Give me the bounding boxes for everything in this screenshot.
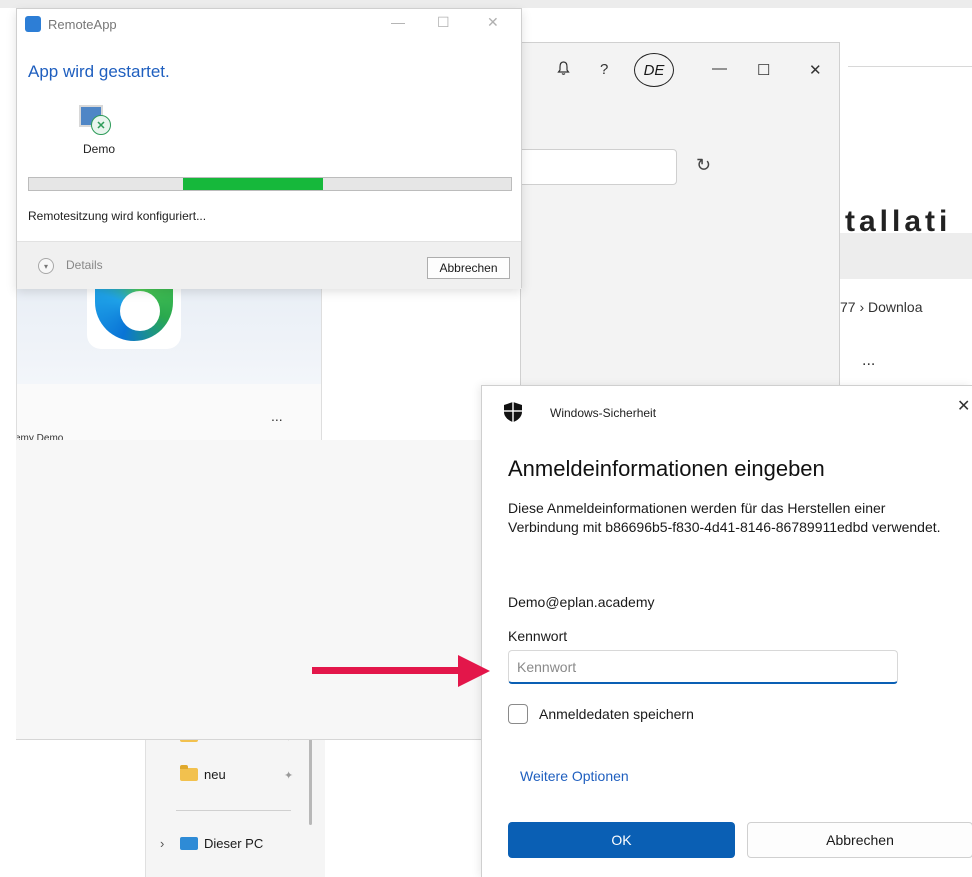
dialog-description: Diese Anmeldeinformationen werden für da… (508, 500, 941, 535)
search-input[interactable] (511, 149, 677, 185)
progress-bar (28, 177, 512, 191)
more-options-icon[interactable]: ... (862, 352, 875, 370)
refresh-icon[interactable]: ↻ (696, 155, 711, 176)
remoteapp-title: RemoteApp (48, 17, 117, 32)
remoteapp-titlebar: RemoteApp — ☐ ✕ (17, 9, 521, 39)
cancel-button[interactable]: Abbrechen (747, 822, 972, 858)
bell-icon[interactable] (557, 61, 570, 80)
minimize-icon[interactable]: — (391, 14, 405, 30)
remember-checkbox[interactable] (508, 704, 528, 724)
progress-bar-fill (183, 178, 323, 190)
annotation-arrow-icon (312, 655, 490, 687)
explorer-separator (176, 810, 291, 811)
explorer-item-label: Dieser PC (204, 836, 264, 851)
rpane-toolbar (840, 233, 972, 279)
maximize-icon[interactable]: ☐ (757, 61, 770, 79)
more-options-icon[interactable]: ... (271, 408, 283, 424)
explorer-scrollbar[interactable] (309, 735, 312, 825)
remote-desktop-icon: ✕ (79, 105, 111, 137)
app-window: ? DE — ☐ ✕ ↻ (511, 42, 840, 442)
dialog-app-title: Windows-Sicherheit (550, 406, 657, 420)
username-label: Demo@eplan.academy (508, 594, 655, 610)
cancel-button[interactable]: Abbrechen (427, 257, 510, 279)
remoteapp-status: Remotesitzung wird konfiguriert... (28, 209, 207, 223)
minimize-icon[interactable]: — (712, 60, 727, 77)
monitor-icon (180, 837, 198, 850)
rpane-divider (848, 66, 972, 67)
password-field[interactable] (508, 650, 898, 684)
shield-icon (504, 402, 522, 422)
remoteapp-footer: ▾ Details Abbrechen (17, 241, 521, 289)
more-options-link[interactable]: Weitere Optionen (520, 768, 629, 784)
chevron-right-icon[interactable]: › (160, 836, 164, 851)
explorer-item-dieser-pc[interactable]: Dieser PC (180, 836, 263, 851)
windows-security-dialog: Windows-Sicherheit ✕ Anmeldeinformatione… (481, 385, 972, 877)
details-toggle[interactable]: Details (66, 258, 103, 272)
close-icon[interactable]: ✕ (957, 396, 970, 416)
maximize-icon[interactable]: ☐ (437, 14, 450, 31)
avatar[interactable]: DE (634, 53, 674, 87)
remoteapp-heading: App wird gestartet. (28, 62, 170, 81)
app-card[interactable]: ... emy Demo (16, 270, 322, 462)
chevron-down-icon[interactable]: ▾ (38, 258, 54, 274)
explorer-item-neu[interactable]: neu (180, 765, 226, 782)
close-icon[interactable]: ✕ (487, 14, 499, 31)
ok-button[interactable]: OK (508, 822, 735, 858)
remember-label[interactable]: Anmeldedaten speichern (539, 706, 694, 722)
explorer-item-label: neu (204, 767, 226, 782)
close-icon[interactable]: ✕ (809, 61, 822, 79)
remoteapp-icon (25, 16, 41, 32)
remoteapp-dialog: RemoteApp — ☐ ✕ App wird gestartet. ✕ De… (16, 8, 522, 289)
dialog-title: Anmeldeinformationen eingeben (508, 456, 825, 481)
breadcrumb[interactable]: 77 › Downloa (840, 299, 923, 315)
folder-icon (180, 765, 198, 781)
pin-icon: ✦ (284, 770, 294, 782)
background-window (16, 440, 526, 740)
top-gray-strip (0, 0, 972, 8)
remoteapp-app-name: Demo (83, 142, 116, 156)
help-icon[interactable]: ? (600, 61, 608, 78)
password-label: Kennwort (508, 628, 568, 644)
edge-logo-center (120, 291, 160, 331)
